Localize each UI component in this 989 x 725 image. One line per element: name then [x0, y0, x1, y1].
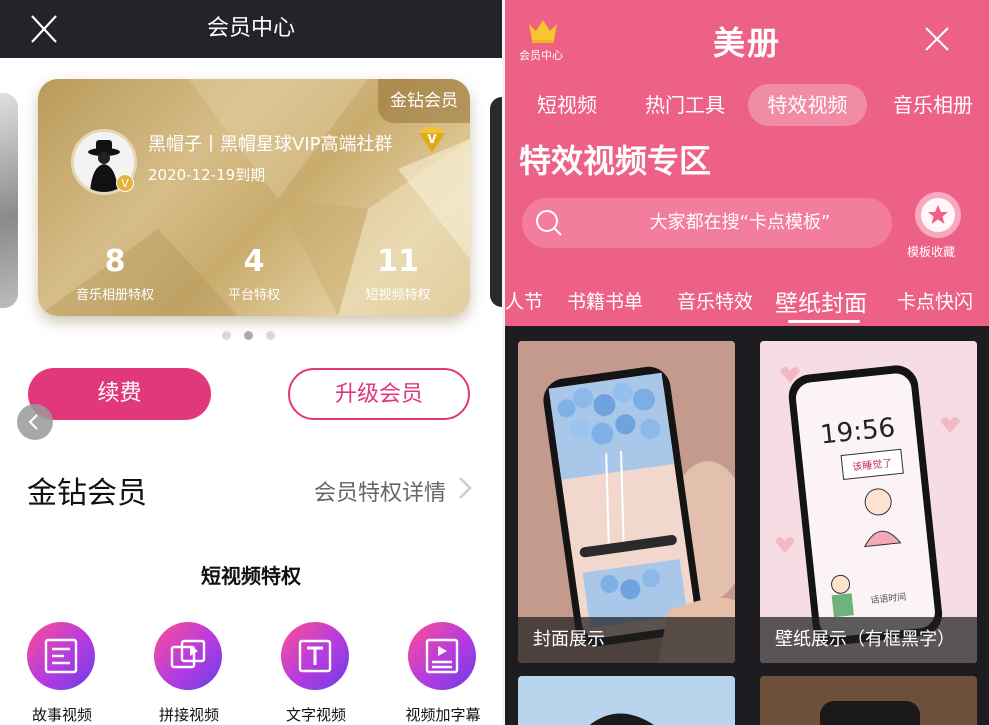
privilege-details-link[interactable]: 会员特权详情	[314, 475, 446, 507]
back-button[interactable]	[17, 404, 53, 440]
membership-tier-badge: 金钻会员	[378, 79, 470, 123]
stat-short-video: 11 短视频特权	[338, 244, 458, 304]
feature-label: 视频加字幕	[405, 706, 481, 724]
stat-music-album: 8 音乐相册特权	[55, 244, 175, 304]
template-tile-wallpaper[interactable]: 19:56 该睡觉了 话语时间 壁纸展示（有框黑字）	[760, 341, 977, 663]
tab-hot-tools[interactable]: 热门工具	[637, 84, 733, 126]
expiry-date: 2020-12-19到期	[148, 166, 266, 184]
zone-title: 特效视频专区	[519, 142, 712, 180]
membership-card[interactable]: 金钻会员 V 黑帽子丨黑帽星球VIP高端社群 2020-12-19到期 V 8	[38, 79, 470, 316]
template-favorites-button[interactable]	[915, 192, 961, 238]
tile-preview-image: 19:56 该睡觉了 话语时间	[760, 341, 977, 663]
search-input[interactable]: 大家都在搜“卡点模板”	[522, 198, 892, 248]
meice-app-panel: 会员中心 美册 短视频 热门工具 特效视频 音乐相册 特效视频专区 大家都在搜“…	[505, 0, 989, 725]
section-title: 金钻会员	[27, 476, 147, 511]
template-tile-partial[interactable]	[760, 676, 977, 725]
story-video-icon	[27, 622, 95, 690]
carousel-dot[interactable]	[222, 331, 231, 340]
tab-music-album[interactable]: 音乐相册	[885, 84, 981, 126]
category-active-underline	[788, 320, 860, 323]
next-card-peek[interactable]	[490, 97, 502, 307]
star-icon	[921, 198, 955, 232]
carousel-indicator	[222, 331, 282, 341]
page-title: 会员中心	[206, 16, 295, 41]
tile-preview-image	[518, 676, 735, 725]
stat-label: 平台特权	[227, 288, 280, 303]
carousel-dot[interactable]	[266, 331, 275, 340]
renew-button[interactable]: 续费	[28, 368, 211, 420]
member-center-panel: 会员中心 金钻会员 V 黑帽子丨黑帽星球VIP高端社群 2020-12-19到期…	[0, 0, 502, 725]
tile-caption: 壁纸展示（有框黑字）	[760, 617, 977, 663]
member-name: 黑帽子丨黑帽星球VIP高端社群	[148, 134, 393, 155]
pink-header: 会员中心 美册 短视频 热门工具 特效视频 音乐相册 特效视频专区 大家都在搜“…	[505, 0, 989, 326]
svg-text:V: V	[427, 132, 437, 146]
favorites-label: 模板收藏	[907, 245, 956, 259]
subsection-title: 短视频特权	[201, 564, 301, 588]
stat-value: 4	[243, 244, 265, 279]
category-music-effects[interactable]: 音乐特效	[677, 287, 753, 314]
screenshot-root: 会员中心 金钻会员 V 黑帽子丨黑帽星球VIP高端社群 2020-12-19到期…	[0, 0, 989, 725]
search-icon	[536, 210, 562, 236]
feature-label: 故事视频	[31, 706, 92, 724]
category-valentine[interactable]: 人节	[505, 287, 543, 314]
stat-label: 音乐相册特权	[75, 288, 154, 303]
carousel-dot-active[interactable]	[244, 331, 253, 340]
vip-diamond-icon: V	[419, 127, 445, 153]
template-tile-partial[interactable]	[518, 676, 735, 725]
upgrade-member-button[interactable]: 升级会员	[288, 368, 470, 420]
tile-caption: 封面展示	[518, 617, 735, 663]
splice-video-icon	[154, 622, 222, 690]
chevron-left-icon	[28, 414, 38, 430]
tile-preview-image	[760, 676, 977, 725]
search-placeholder: 大家都在搜“卡点模板”	[649, 212, 831, 233]
category-beat-flash[interactable]: 卡点快闪	[897, 287, 973, 314]
previous-card-peek[interactable]	[0, 93, 18, 308]
stat-value: 8	[104, 244, 126, 279]
template-tile-cover[interactable]: 封面展示	[518, 341, 735, 663]
tab-effects-video[interactable]: 特效视频	[748, 84, 867, 126]
feature-label: 文字视频	[285, 706, 346, 724]
category-books[interactable]: 书籍书单	[567, 287, 643, 314]
stat-label: 短视频特权	[365, 288, 431, 303]
close-icon[interactable]	[923, 25, 951, 53]
subtitle-video-icon	[408, 622, 476, 690]
stat-platform: 4 平台特权	[194, 244, 314, 304]
top-nav-bar: 会员中心	[0, 0, 502, 58]
tab-short-video[interactable]: 短视频	[527, 84, 607, 126]
verified-badge: V	[116, 174, 134, 192]
tile-preview-image	[518, 341, 735, 663]
category-wallpaper-cover[interactable]: 壁纸封面	[775, 284, 867, 318]
app-logo: 美册	[712, 24, 781, 62]
stat-value: 11	[377, 244, 419, 279]
chevron-right-icon[interactable]	[455, 473, 475, 503]
text-video-icon	[281, 622, 349, 690]
feature-label: 拼接视频	[158, 706, 219, 724]
